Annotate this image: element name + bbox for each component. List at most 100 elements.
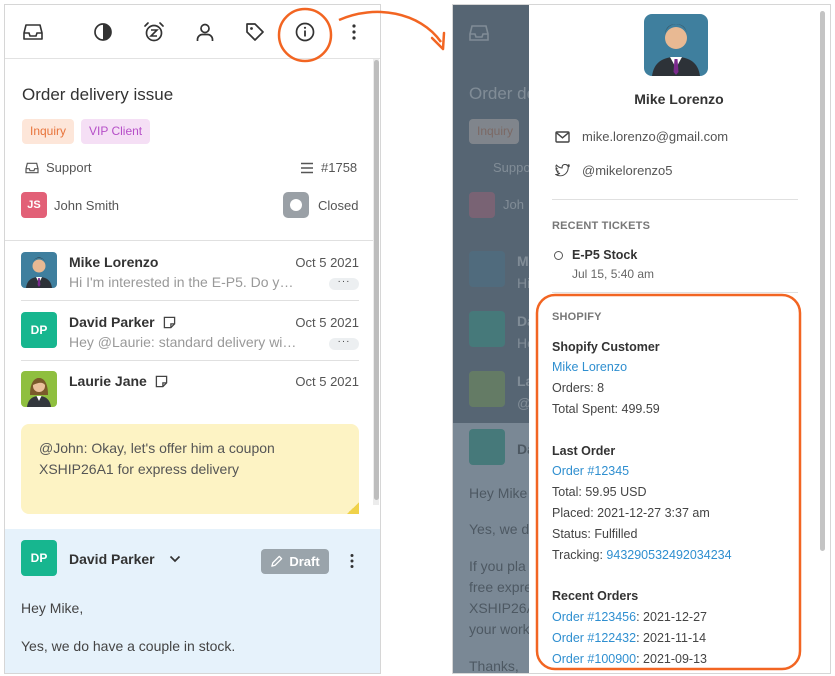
recent-order-date: : 2021-12-27	[636, 610, 707, 624]
draft-label: Draft	[289, 554, 320, 569]
reply-sender[interactable]: David Parker	[69, 551, 181, 567]
expand-button[interactable]: ···	[329, 277, 359, 290]
sender-name: Mike Lorenzo	[69, 254, 159, 270]
sender-name: Laurie Jane	[69, 373, 168, 389]
ticket-title: Order delivery issue	[22, 85, 174, 104]
note-line: XSHIP26A1 for express delivery	[39, 461, 239, 477]
recent-order-link[interactable]: Order #123456	[552, 610, 636, 624]
tag-vip-client[interactable]: VIP Client	[81, 119, 151, 144]
reply-composer[interactable]: DP David Parker Draft Hey Mike, Yes, we …	[5, 529, 380, 673]
ghost-line: free expre	[469, 579, 529, 595]
last-order-total: Total: 59.95 USD	[552, 485, 647, 499]
recent-order-link[interactable]: Order #122432	[552, 631, 636, 645]
avatar	[21, 371, 57, 407]
note-icon	[163, 316, 176, 329]
ticket-assignee[interactable]: JS John Smith	[21, 192, 119, 218]
message-preview: Hi I'm interested in the E-P5. Do you ha…	[69, 274, 299, 290]
message-item[interactable]: DP David Parker Oct 5 2021 Hey @Laurie: …	[21, 312, 359, 372]
pencil-icon	[270, 555, 283, 568]
info-icon[interactable]	[293, 20, 317, 44]
note-icon	[155, 375, 168, 388]
contact-twitter[interactable]: @mikelorenzo5	[555, 163, 673, 178]
shopify-customer-link[interactable]: Mike Lorenzo	[552, 360, 627, 374]
avatar: DP	[21, 540, 57, 576]
contact-email-label: mike.lorenzo@gmail.com	[582, 129, 729, 144]
contact-sidebar: Mike Lorenzo mike.lorenzo@gmail.com @mik…	[529, 5, 829, 673]
message-item[interactable]: Mike Lorenzo Oct 5 2021 Hi I'm intereste…	[21, 252, 359, 312]
dimmed-conversation[interactable]: Order de Inquiry Suppo Joh Mi Hi Da He L…	[453, 5, 529, 674]
ghost-avatar	[469, 429, 505, 465]
inbox-label: Support	[46, 160, 92, 175]
message-item[interactable]: Laurie Jane Oct 5 2021	[21, 371, 359, 431]
last-order-placed: Placed: 2021-12-27 3:37 am	[552, 506, 710, 520]
ticket-number-label: #1758	[321, 160, 358, 175]
ghost-preview: Hi	[517, 275, 529, 291]
recent-orders-label: Recent Orders	[552, 589, 639, 603]
more-vertical-icon[interactable]	[342, 20, 366, 44]
expand-button[interactable]: ···	[329, 337, 359, 350]
ticket-status[interactable]: Closed	[283, 192, 358, 218]
ghost-preview: @	[517, 395, 529, 411]
recent-order-date: : 2021-09-13	[636, 652, 707, 666]
ghost-line: Thanks,	[469, 658, 519, 674]
message-date: Oct 5 2021	[295, 255, 359, 270]
ghost-avatar	[469, 371, 505, 407]
tag-inquiry[interactable]: Inquiry	[22, 119, 75, 144]
tracking-label: Tracking:	[552, 548, 607, 562]
ghost-assignee: Joh	[503, 197, 524, 212]
message-date: Oct 5 2021	[295, 315, 359, 330]
ticket-inbox[interactable]: Support	[25, 160, 92, 175]
list-icon	[300, 162, 314, 174]
user-icon[interactable]	[193, 20, 217, 44]
closed-status-icon	[283, 192, 309, 218]
last-order-link[interactable]: Order #12345	[552, 464, 629, 478]
recent-order-row: Order #122432: 2021-11-14	[552, 631, 706, 645]
recent-ticket-name[interactable]: E-P5 Stock	[572, 248, 637, 262]
inbox-icon[interactable]	[21, 20, 45, 44]
mail-icon	[555, 130, 570, 143]
ghost-avatar	[469, 192, 495, 218]
sender-name: David Parker	[69, 314, 176, 330]
reply-line: Yes, we do have a couple in stock.	[21, 638, 236, 654]
recent-order-row: Order #100900: 2021-09-13	[552, 652, 707, 666]
last-order-tracking: Tracking: 943290532492034234	[552, 548, 732, 562]
ghost-name: La	[517, 373, 529, 389]
avatar: DP	[21, 312, 57, 348]
sender-name-label: Laurie Jane	[69, 373, 147, 389]
ghost-line: Yes, we d	[469, 521, 529, 537]
contact-email[interactable]: mike.lorenzo@gmail.com	[555, 129, 728, 144]
conversation-panel: Order delivery issue Inquiry VIP Client …	[4, 4, 381, 674]
snooze-icon[interactable]	[142, 20, 166, 44]
ticket-status-icon	[554, 251, 563, 260]
reply-sender-name: David Parker	[69, 551, 155, 567]
ticket-number: #1758	[300, 160, 357, 175]
chevron-down-icon[interactable]	[169, 555, 181, 563]
scrollbar-thumb[interactable]	[374, 60, 379, 500]
inbox-icon	[469, 24, 489, 42]
ghost-name: Mi	[517, 253, 529, 269]
recent-order-date: : 2021-11-14	[636, 631, 707, 645]
ghost-preview: He	[517, 335, 529, 351]
tracking-link[interactable]: 943290532492034234	[606, 548, 731, 562]
reply-line: Hey Mike,	[21, 600, 84, 616]
shopify-customer-label: Shopify Customer	[552, 340, 660, 354]
more-vertical-icon[interactable]	[349, 553, 355, 569]
status-label: Closed	[318, 197, 359, 213]
arrow-head	[430, 31, 446, 51]
section-title-shopify: SHOPIFY	[552, 311, 602, 323]
last-order-label: Last Order	[552, 444, 616, 458]
conversation-toolbar	[5, 5, 380, 59]
dimmed-content: Order de Inquiry Suppo Joh Mi Hi Da He L…	[453, 5, 529, 674]
draft-button[interactable]: Draft	[261, 549, 329, 574]
ghost-line: Hey Mike	[469, 485, 528, 501]
sender-name-label: David Parker	[69, 314, 155, 330]
internal-note: @John: Okay, let's offer him a coupon XS…	[21, 424, 359, 514]
section-title-recent-tickets: RECENT TICKETS	[552, 220, 651, 232]
contact-twitter-label: @mikelorenzo5	[582, 163, 673, 178]
contrast-icon[interactable]	[91, 20, 115, 44]
inbox-icon	[25, 162, 39, 174]
ghost-line: XSHIP26A	[469, 600, 529, 616]
tag-icon[interactable]	[243, 20, 267, 44]
recent-order-link[interactable]: Order #100900	[552, 652, 636, 666]
contact-avatar	[644, 14, 708, 76]
